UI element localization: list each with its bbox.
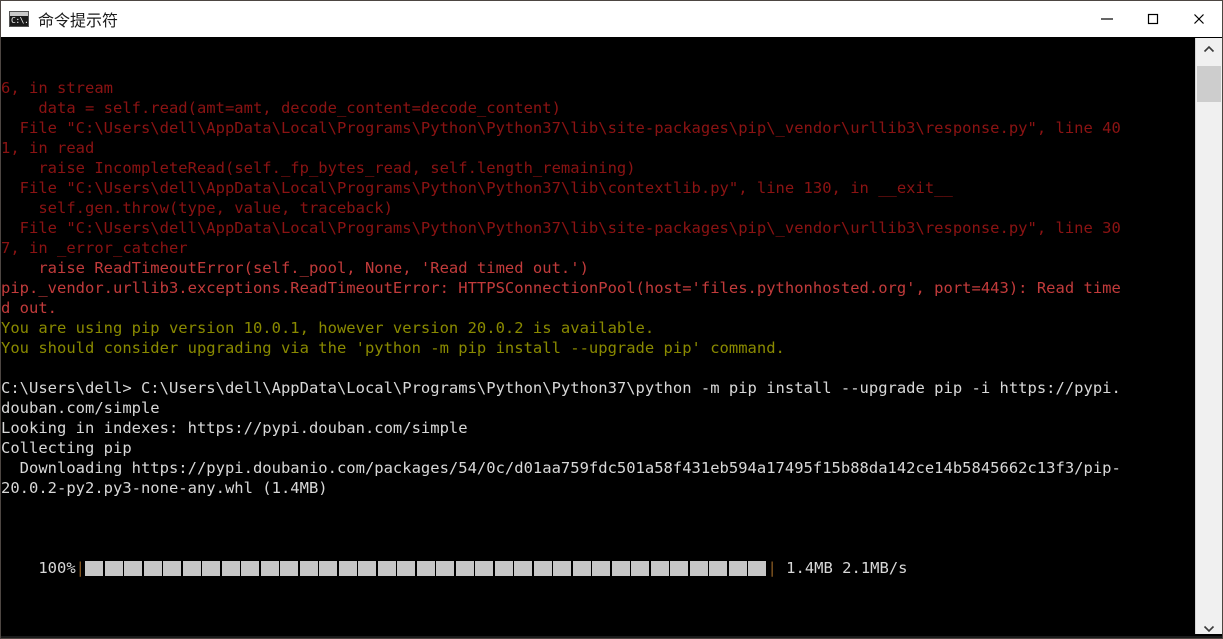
download-progress-line: 100% | | 1.4MB 2.1MB/s [1,558,1195,578]
window-bottom-edge [1,636,1222,638]
progress-block [104,560,123,576]
console-line-5: File "C:\Users\dell\AppData\Local\Progra… [1,179,953,197]
progress-block [475,560,493,576]
progress-bracket-right: | [767,559,777,577]
progress-block [221,560,240,576]
progress-block [163,560,181,576]
progress-block [670,560,688,576]
command-prompt-icon: C:\. [9,10,29,27]
progress-block [650,560,669,576]
progress-block [631,560,649,576]
progress-block [592,560,610,576]
progress-block [416,560,435,576]
progress-block [338,560,357,576]
window-title: 命令提示符 [38,10,119,30]
progress-bar-track [85,560,768,576]
progress-block [436,560,454,576]
progress-block [182,560,201,576]
console-lines-before-progress: 6, in stream data = self.read(amt=amt, d… [1,78,1195,498]
console-line-16: douban.com/simple [1,399,160,417]
console-output-area[interactable]: 6, in stream data = self.read(amt=amt, d… [1,38,1195,638]
progress-block [553,560,571,576]
progress-block [319,560,337,576]
progress-block [533,560,552,576]
icon-label: C:\. [11,15,29,25]
console-line-9: raise ReadTimeoutError(self._pool, None,… [1,259,589,277]
console-line-4: raise IncompleteRead(self._fp_bytes_read… [1,159,636,177]
minimize-icon [1101,17,1113,20]
console-line-18: Collecting pip [1,439,132,457]
console-line-3: 1, in read [1,139,95,157]
console-line-17: Looking in indexes: https://pypi.douban.… [1,419,468,437]
progress-block [514,560,532,576]
progress-block [748,560,766,576]
chevron-down-icon [1203,625,1215,632]
titlebar[interactable]: C:\. 命令提示符 [1,1,1222,37]
progress-block [611,560,630,576]
titlebar-left: C:\. 命令提示符 [1,1,1084,36]
console-line-12: You are using pip version 10.0.1, howeve… [1,319,655,337]
close-icon [1194,13,1204,24]
progress-block [572,560,591,576]
window-controls [1084,1,1222,37]
progress-block [494,560,513,576]
minimize-button[interactable] [1084,1,1130,37]
console-line-2: File "C:\Users\dell\AppData\Local\Progra… [1,119,1121,137]
console-line-8: 7, in _error_catcher [1,239,188,257]
console-line-1: data = self.read(amt=amt, decode_content… [1,99,561,117]
maximize-icon [1147,13,1159,24]
progress-block [202,560,220,576]
progress-block [241,560,259,576]
maximize-button[interactable] [1130,1,1176,37]
command-prompt-window: C:\. 命令提示符 6, in stream data = self.read… [0,0,1223,639]
console-line-19: Downloading https://pypi.doubanio.com/pa… [1,459,1121,477]
progress-block [143,560,162,576]
progress-block [455,560,474,576]
vertical-scrollbar[interactable] [1195,38,1222,638]
progress-block [397,560,415,576]
console-line-7: File "C:\Users\dell\AppData\Local\Progra… [1,219,1121,237]
progress-block [299,560,318,576]
progress-block [358,560,376,576]
console-line-15: C:\Users\dell> C:\Users\dell\AppData\Loc… [1,379,1121,397]
vertical-scrollbar-thumb[interactable] [1197,66,1221,102]
progress-block [280,560,298,576]
progress-block [124,560,142,576]
chevron-up-icon [1203,45,1215,52]
close-button[interactable] [1176,1,1222,37]
progress-size-and-speed: 1.4MB 2.1MB/s [776,559,908,577]
console-line-10: pip._vendor.urllib3.exceptions.ReadTimeo… [1,279,1121,297]
console-line-14 [1,358,1195,378]
progress-percent-label: 100% [1,559,76,577]
scroll-up-button[interactable] [1196,38,1222,60]
progress-block [689,560,708,576]
progress-block [85,560,103,576]
progress-bracket-left: | [75,559,85,577]
progress-block [709,560,727,576]
console-line-13: You should consider upgrading via the 'p… [1,339,785,357]
console-line-6: self.gen.throw(type, value, traceback) [1,199,393,217]
console-line-0: 6, in stream [1,79,113,97]
progress-block [260,560,279,576]
vertical-scrollbar-track[interactable] [1196,60,1222,617]
progress-block [377,560,396,576]
progress-block [728,560,747,576]
console-line-20: 20.0.2-py2.py3-none-any.whl (1.4MB) [1,479,328,497]
console-line-11: d out. [1,299,57,317]
